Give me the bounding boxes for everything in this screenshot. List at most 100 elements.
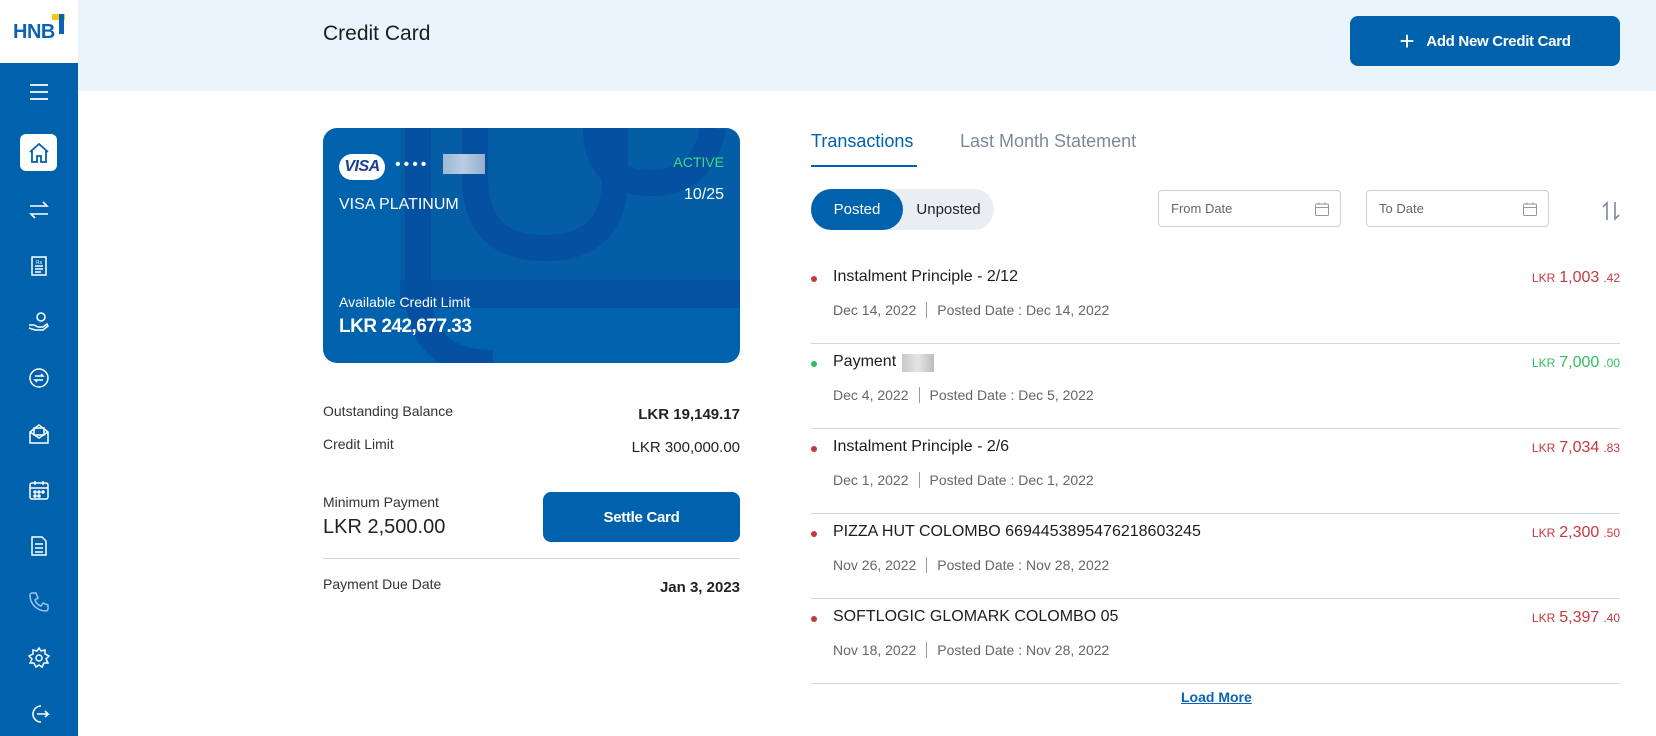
tab-last-month-statement[interactable]: Last Month Statement bbox=[960, 131, 1136, 152]
transaction-date: Dec 14, 2022 bbox=[833, 302, 917, 318]
payment-due-label: Payment Due Date bbox=[323, 576, 442, 592]
transaction-date: Nov 26, 2022 bbox=[833, 557, 917, 573]
logo-flag-bar bbox=[59, 14, 64, 34]
transaction-amount-main: 7,034 bbox=[1559, 439, 1600, 456]
transaction-meta: Dec 14, 2022 Posted Date : Dec 14, 2022 bbox=[833, 302, 1109, 318]
transaction-amount-main: 7,000 bbox=[1559, 354, 1600, 371]
transaction-title: PIZZA HUT COLOMBO 6694453895476218603245 bbox=[833, 523, 1201, 540]
add-credit-card-label: Add New Credit Card bbox=[1426, 32, 1571, 50]
transaction-row[interactable]: Payment Dec 4, 2022 Posted Date : Dec 5, 2… bbox=[811, 344, 1620, 429]
page-title: Credit Card bbox=[323, 22, 431, 45]
bill-icon[interactable]: Rs bbox=[20, 247, 57, 284]
sort-icon[interactable] bbox=[1600, 200, 1622, 222]
credit-card[interactable]: VISA •••• ACTIVE VISA PLATINUM 10/25 Ava… bbox=[323, 128, 740, 363]
transaction-posted-date: Posted Date : Nov 28, 2022 bbox=[937, 642, 1110, 658]
meta-separator bbox=[926, 302, 928, 318]
svg-text:Rs: Rs bbox=[36, 260, 42, 266]
transaction-amount: LKR 1,003.42 bbox=[1532, 269, 1620, 287]
transaction-amount-main: 1,003 bbox=[1559, 269, 1600, 286]
card-number-dots: •••• bbox=[395, 156, 430, 173]
gear-icon[interactable] bbox=[20, 639, 57, 676]
minimum-payment-value: LKR 2,500.00 bbox=[323, 516, 446, 538]
minimum-payment-label: Minimum Payment bbox=[323, 494, 439, 510]
load-more-link[interactable]: Load More bbox=[1181, 689, 1252, 705]
transaction-amount-cents: .50 bbox=[1603, 526, 1620, 540]
transaction-currency: LKR bbox=[1531, 271, 1556, 285]
to-date-placeholder: To Date bbox=[1379, 201, 1424, 216]
transaction-amount: LKR 2,300.50 bbox=[1532, 524, 1620, 542]
phone-icon[interactable] bbox=[20, 583, 57, 620]
credit-limit-value: LKR 300,000.00 bbox=[631, 439, 740, 456]
calendar-icon[interactable] bbox=[1314, 201, 1330, 217]
transfer-icon[interactable] bbox=[20, 191, 57, 228]
transaction-amount: LKR 7,000.00 bbox=[1532, 354, 1620, 372]
transaction-type-dot bbox=[811, 446, 817, 452]
transaction-amount-cents: .83 bbox=[1603, 441, 1620, 455]
toggle-posted[interactable]: Posted bbox=[811, 189, 903, 230]
transaction-posted-date: Posted Date : Nov 28, 2022 bbox=[937, 557, 1110, 573]
menu-icon[interactable] bbox=[20, 73, 57, 110]
transaction-row[interactable]: SOFTLOGIC GLOMARK COLOMBO 05 Nov 18, 2022… bbox=[811, 599, 1620, 684]
hand-coin-icon[interactable] bbox=[20, 303, 57, 340]
document-icon[interactable] bbox=[20, 527, 57, 564]
transaction-row[interactable]: PIZZA HUT COLOMBO 6694453895476218603245… bbox=[811, 514, 1620, 599]
app-root: HNB Rs Credit Card + Add New Credit Card… bbox=[0, 0, 1656, 736]
plus-icon: + bbox=[1399, 26, 1415, 56]
transaction-title: SOFTLOGIC GLOMARK COLOMBO 05 bbox=[833, 608, 1119, 625]
transaction-type-dot bbox=[811, 276, 817, 282]
logo[interactable]: HNB bbox=[0, 0, 78, 63]
sidebar: HNB Rs bbox=[0, 0, 78, 736]
logout-icon[interactable] bbox=[20, 695, 57, 732]
logo-text: HNB bbox=[13, 21, 55, 43]
transaction-title: Instalment Principle - 2/6 bbox=[833, 438, 1010, 455]
mail-icon[interactable] bbox=[20, 415, 57, 452]
posted-toggle: Posted Unposted bbox=[811, 189, 994, 230]
transaction-currency: LKR bbox=[1531, 611, 1556, 625]
calendar-icon[interactable] bbox=[1522, 201, 1538, 217]
meta-separator bbox=[918, 387, 920, 403]
toggle-unposted[interactable]: Unposted bbox=[903, 189, 994, 230]
active-tab-underline bbox=[811, 165, 917, 167]
transaction-title: Instalment Principle - 2/12 bbox=[833, 268, 1018, 285]
transaction-meta: Nov 18, 2022 Posted Date : Nov 28, 2022 bbox=[833, 642, 1109, 658]
transaction-currency: LKR bbox=[1531, 356, 1556, 370]
from-date-placeholder: From Date bbox=[1171, 201, 1233, 216]
outstanding-balance-value: LKR 19,149.17 bbox=[638, 406, 740, 423]
card-expiry: 10/25 bbox=[683, 186, 724, 203]
transaction-date: Nov 18, 2022 bbox=[833, 642, 917, 658]
card-number-mask bbox=[443, 154, 485, 174]
add-credit-card-button[interactable]: + Add New Credit Card bbox=[1350, 16, 1620, 66]
transaction-type-dot bbox=[811, 531, 817, 537]
transaction-meta: Dec 4, 2022 Posted Date : Dec 5, 2022 bbox=[833, 387, 1094, 403]
meta-separator bbox=[926, 557, 928, 573]
outstanding-balance-label: Outstanding Balance bbox=[323, 403, 453, 419]
transaction-amount: LKR 7,034.83 bbox=[1532, 439, 1620, 457]
transaction-date: Dec 1, 2022 bbox=[833, 472, 909, 488]
settle-card-button[interactable]: Settle Card bbox=[543, 492, 740, 542]
meta-separator bbox=[926, 642, 928, 658]
available-limit-value: LKR 242,677.33 bbox=[339, 316, 472, 337]
transaction-row[interactable]: Instalment Principle - 2/12 Dec 14, 2022 P… bbox=[811, 259, 1620, 344]
transaction-type-dot bbox=[811, 616, 817, 622]
transaction-amount-main: 2,300 bbox=[1559, 524, 1600, 541]
card-name: VISA PLATINUM bbox=[339, 196, 459, 213]
to-date-field[interactable]: To Date bbox=[1366, 190, 1549, 227]
redacted-text bbox=[902, 354, 934, 372]
transaction-currency: LKR bbox=[1531, 441, 1556, 455]
transaction-amount-cents: .00 bbox=[1603, 356, 1620, 370]
calendar-icon[interactable] bbox=[20, 471, 57, 508]
payment-due-value: Jan 3, 2023 bbox=[659, 579, 740, 596]
transaction-posted-date: Posted Date : Dec 14, 2022 bbox=[937, 302, 1110, 318]
transaction-row[interactable]: Instalment Principle - 2/6 Dec 1, 2022 Pos… bbox=[811, 429, 1620, 514]
transaction-date: Dec 4, 2022 bbox=[833, 387, 909, 403]
transaction-amount: LKR 5,397.40 bbox=[1532, 609, 1620, 627]
home-icon[interactable] bbox=[20, 134, 57, 171]
transaction-currency: LKR bbox=[1531, 526, 1556, 540]
from-date-field[interactable]: From Date bbox=[1158, 190, 1341, 227]
transaction-amount-main: 5,397 bbox=[1559, 609, 1600, 626]
exchange-icon[interactable] bbox=[20, 359, 57, 396]
transaction-type-dot bbox=[811, 361, 817, 367]
available-limit-label: Available Credit Limit bbox=[339, 294, 471, 310]
transaction-amount-cents: .40 bbox=[1603, 611, 1620, 625]
tab-transactions[interactable]: Transactions bbox=[811, 131, 913, 152]
